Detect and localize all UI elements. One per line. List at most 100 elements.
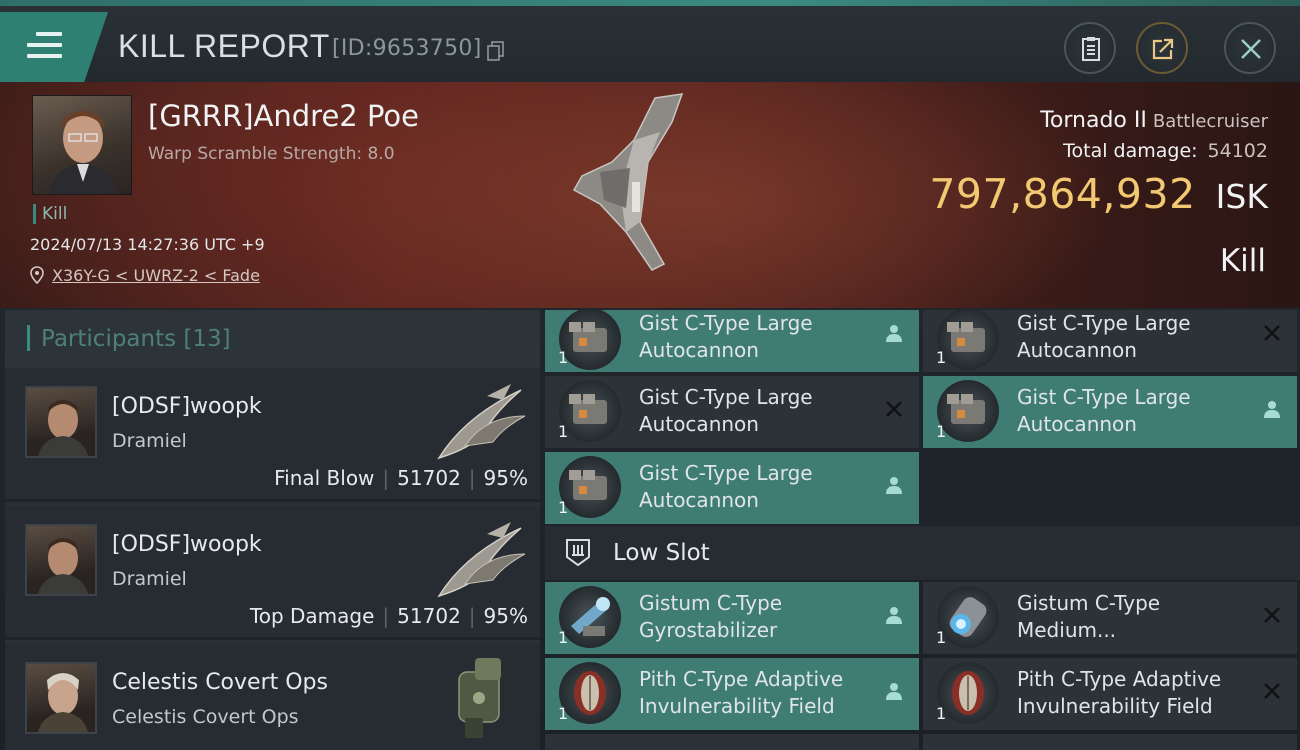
- participant-avatar: [25, 386, 97, 458]
- share-button[interactable]: [1136, 22, 1188, 74]
- module-slot[interactable]: 1 Gist C-Type Large Autocannon: [545, 376, 919, 448]
- participant-row[interactable]: Celestis Covert Ops Celestis Covert Ops: [5, 644, 540, 750]
- dropped-person-icon: [1264, 401, 1280, 418]
- close-icon: [1241, 39, 1261, 59]
- participant-row[interactable]: [ODSF]woopk Dramiel Final Blow | 51702 | 95%: [5, 368, 540, 502]
- header-bar: KILL REPORT [ID:9653750]: [0, 6, 1300, 82]
- close-button[interactable]: [1224, 22, 1276, 74]
- module-name: Pith C-Type Adaptive Invulnerability Fie…: [1017, 667, 1222, 718]
- total-damage-line: Total damage: 54102: [1063, 140, 1268, 162]
- result-label: Kill: [1219, 243, 1266, 279]
- warp-scramble-strength: Warp Scramble Strength: 8.0: [148, 144, 395, 164]
- participant-ship: Dramiel: [112, 430, 187, 452]
- participant-avatar: [25, 662, 97, 734]
- module-slot-partial[interactable]: [545, 734, 919, 750]
- module-slot[interactable]: 1 Gistum C-Type Gyrostabilizer: [545, 582, 919, 654]
- victim-panel: [GRRR]Andre2 Poe Warp Scramble Strength:…: [0, 82, 1300, 308]
- victim-portrait[interactable]: [32, 95, 132, 195]
- page-title: KILL REPORT: [118, 28, 330, 64]
- report-id: [ID:9653750]: [332, 36, 482, 61]
- ship-name: Tornado II: [1040, 108, 1147, 133]
- celestis-ship-icon: [458, 658, 501, 738]
- autocannon-icon: [559, 380, 621, 442]
- shield-field-icon: [937, 662, 999, 724]
- participants-count: [13]: [183, 326, 231, 352]
- destroyed-x-icon: [1264, 607, 1280, 623]
- module-slot[interactable]: 1 Gist C-Type Large Autocannon: [923, 376, 1297, 448]
- module-slot[interactable]: 1 Gist C-Type Large Autocannon: [545, 452, 919, 524]
- participants-title: Participants [13]: [41, 326, 231, 352]
- dropped-person-icon: [886, 607, 902, 624]
- module-quantity: 1: [558, 498, 569, 517]
- participant-row[interactable]: [ODSF]woopk Dramiel Top Damage | 51702 | 95%: [5, 506, 540, 640]
- copy-icon[interactable]: [487, 41, 505, 61]
- share-icon: [1152, 38, 1174, 60]
- total-damage-label: Total damage:: [1063, 140, 1198, 162]
- module-slot[interactable]: 1 Gist C-Type Large Autocannon: [923, 310, 1297, 372]
- participants-header-accent: [27, 325, 30, 351]
- module-quantity: 1: [558, 628, 569, 647]
- dropped-person-icon: [886, 477, 902, 494]
- total-damage-value: 54102: [1207, 140, 1268, 162]
- module-slot-partial[interactable]: [923, 734, 1297, 750]
- shield-field-icon: [559, 662, 621, 724]
- kill-report-screen: { "header": { "title": "KILL REPORT", "r…: [0, 0, 1300, 750]
- low-slot-icon: [566, 539, 590, 567]
- gyrostabilizer-icon: [559, 586, 621, 648]
- ship-class: Battlecruiser: [1152, 111, 1268, 132]
- kill-tag: Kill: [33, 204, 67, 224]
- kill-location-link[interactable]: X36Y-G < UWRZ-2 < Fade: [30, 266, 260, 285]
- dropped-person-icon: [886, 325, 902, 342]
- participant-damage: 51702: [397, 604, 461, 628]
- clipboard-button[interactable]: [1064, 22, 1116, 74]
- participants-label: Participants: [41, 326, 177, 352]
- participant-name: [ODSF]woopk: [112, 532, 262, 557]
- participant-role: Top Damage: [249, 604, 375, 628]
- isk-value-line: 797,864,932 ISK: [929, 170, 1268, 218]
- low-slot-header: Low Slot: [545, 526, 1300, 580]
- participant-percent: 95%: [483, 466, 528, 490]
- isk-amount: 797,864,932: [929, 170, 1196, 218]
- participant-avatar: [25, 524, 97, 596]
- dropped-person-icon: [886, 683, 902, 700]
- module-name: Gist C-Type Large Autocannon: [639, 461, 813, 512]
- fitting-modules-panel: 1 Gist C-Type Large Autocannon 1 Gist C-…: [545, 310, 1300, 750]
- location-pin-icon: [30, 266, 44, 284]
- participant-name: [ODSF]woopk: [112, 394, 262, 419]
- module-slot[interactable]: 1 Pith C-Type Adaptive Invulnerability F…: [545, 658, 919, 730]
- module-quantity: 1: [558, 422, 569, 441]
- participant-role: Final Blow: [274, 466, 375, 490]
- autocannon-icon: [937, 310, 999, 370]
- clipboard-icon: [1082, 37, 1100, 61]
- module-name: Gistum C-Type Medium...: [1017, 591, 1161, 642]
- participant-ship: Dramiel: [112, 568, 187, 590]
- victim-ship-image: [572, 93, 684, 271]
- module-name: Gist C-Type Large Autocannon: [639, 311, 813, 362]
- dramiel-ship-icon: [437, 384, 526, 460]
- menu-button[interactable]: [0, 12, 108, 82]
- participant-ship: Celestis Covert Ops: [112, 706, 299, 728]
- destroyed-x-icon: [1264, 683, 1280, 699]
- autocannon-icon: [559, 456, 621, 518]
- module-slot[interactable]: 1 Pith C-Type Adaptive Invulnerability F…: [923, 658, 1297, 730]
- victim-name: [GRRR]Andre2 Poe: [148, 99, 420, 133]
- kill-datetime: 2024/07/13 14:27:36 UTC +9: [30, 235, 265, 254]
- participant-stats: Final Blow | 51702 | 95%: [274, 466, 528, 490]
- module-quantity: 1: [936, 628, 947, 647]
- participant-damage: 51702: [397, 466, 461, 490]
- ship-name-line: Tornado II Battlecruiser: [1040, 108, 1268, 133]
- capacitor-battery-icon: [937, 586, 999, 648]
- location-text: X36Y-G < UWRZ-2 < Fade: [52, 266, 260, 285]
- autocannon-icon: [559, 310, 621, 370]
- destroyed-x-icon: [1264, 325, 1280, 341]
- autocannon-icon: [937, 380, 999, 442]
- module-name: Gist C-Type Large Autocannon: [1017, 385, 1191, 436]
- destroyed-x-icon: [886, 401, 902, 417]
- module-slot[interactable]: 1 Gist C-Type Large Autocannon: [545, 310, 919, 372]
- module-slot[interactable]: 1 Gistum C-Type Medium...: [923, 582, 1297, 654]
- low-slot-label: Low Slot: [613, 540, 710, 566]
- module-quantity: 1: [558, 704, 569, 723]
- participant-percent: 95%: [483, 604, 528, 628]
- module-name: Gist C-Type Large Autocannon: [639, 385, 813, 436]
- participant-name: Celestis Covert Ops: [112, 670, 328, 695]
